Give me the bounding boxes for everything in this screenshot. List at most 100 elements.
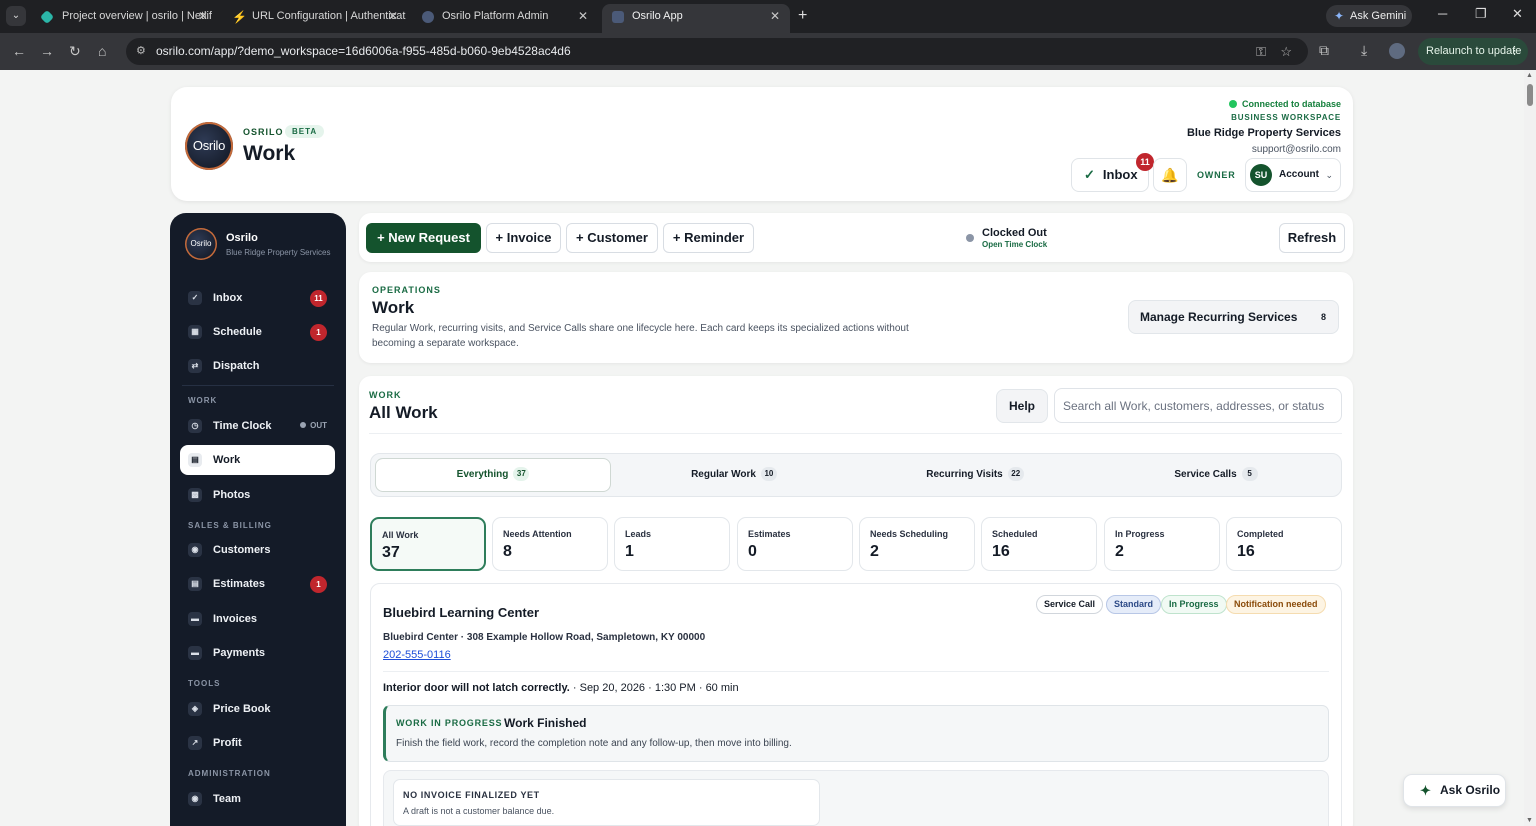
extensions-icon[interactable]: ⧉: [1319, 42, 1329, 59]
scroll-down-icon[interactable]: ▼: [1526, 817, 1533, 824]
sidebar-item-customers[interactable]: ◉ Customers: [180, 535, 335, 565]
sidebar-item-label: Estimates: [213, 578, 265, 590]
manage-recurring-services-button[interactable]: Manage Recurring Services 8: [1128, 300, 1339, 334]
browser-tab-app[interactable]: Osrilo App ✕: [602, 4, 790, 33]
stat-card-in-progress[interactable]: In Progress 2: [1104, 517, 1220, 571]
bookmark-star-icon[interactable]: ☆: [1280, 38, 1292, 65]
sidebar-item-schedule[interactable]: ▦ Schedule 1: [180, 317, 335, 347]
clock-status-text: OUT: [310, 421, 327, 430]
tab-regular-work[interactable]: Regular Work 10: [616, 458, 852, 492]
sidebar-item-work[interactable]: ▤ Work: [180, 445, 335, 475]
minimize-icon[interactable]: ─: [1438, 6, 1447, 21]
status-dot-icon: [300, 422, 307, 428]
forward-icon[interactable]: →: [40, 42, 54, 60]
profit-trend-icon: ↗: [188, 736, 202, 750]
browser-tab-admin[interactable]: Osrilo Platform Admin ✕: [412, 4, 598, 29]
new-tab-icon[interactable]: +: [798, 6, 807, 26]
sidebar-item-label: Time Clock: [213, 420, 272, 432]
tab-recurring-visits[interactable]: Recurring Visits 22: [857, 458, 1093, 492]
sidebar-item-estimates[interactable]: ▤ Estimates 1: [180, 569, 335, 599]
ask-osrilo-button[interactable]: ✦ Ask Osrilo: [1403, 774, 1506, 807]
stat-card-leads[interactable]: Leads 1: [614, 517, 730, 571]
invoice-status-title: NO INVOICE FINALIZED YET: [403, 790, 540, 800]
new-request-button[interactable]: + New Request: [366, 223, 481, 253]
stat-card-estimates[interactable]: Estimates 0: [737, 517, 853, 571]
sidebar-item-photos[interactable]: ▩ Photos: [180, 480, 335, 510]
scroll-up-icon[interactable]: ▲: [1526, 72, 1533, 79]
reload-icon[interactable]: ↻: [69, 42, 81, 60]
password-key-icon[interactable]: ⚿: [1256, 38, 1266, 65]
notifications-bell-icon[interactable]: 🔔: [1153, 158, 1187, 192]
work-icon: ▤: [188, 453, 202, 467]
inbox-count-badge: 11: [310, 290, 327, 307]
sidebar-item-profit[interactable]: ↗ Profit: [180, 728, 335, 758]
issue-summary: Interior door will not latch correctly.: [383, 682, 570, 694]
stat-card-needs-attention[interactable]: Needs Attention 8: [492, 517, 608, 571]
stat-card-scheduled[interactable]: Scheduled 16: [981, 517, 1097, 571]
help-button[interactable]: Help: [996, 389, 1048, 423]
status-badge: In Progress: [1161, 595, 1227, 614]
close-icon[interactable]: ✕: [388, 4, 398, 29]
work-item-issue: Interior door will not latch correctly. …: [383, 682, 739, 694]
profile-avatar-icon[interactable]: [1389, 43, 1405, 59]
sidebar-item-label: Dispatch: [213, 360, 260, 372]
role-label: OWNER: [1197, 170, 1236, 180]
stat-value: 0: [748, 543, 757, 560]
check-icon: ✓: [1084, 167, 1095, 182]
work-item-phone-link[interactable]: 202-555-0116: [383, 649, 451, 661]
sidebar-item-dispatch[interactable]: ⇄ Dispatch: [180, 351, 335, 381]
work-search-input[interactable]: [1054, 388, 1342, 423]
operations-description: Regular Work, recurring visits, and Serv…: [372, 323, 909, 349]
tab-label: Everything: [456, 469, 509, 480]
page-scrollbar[interactable]: ▲ ▼: [1524, 70, 1536, 826]
sidebar-item-inbox[interactable]: ✓ Inbox 11: [180, 283, 335, 313]
tab-everything[interactable]: Everything 37: [375, 458, 611, 492]
sidebar-item-invoices[interactable]: ▬ Invoices: [180, 604, 335, 634]
stat-card-all-work[interactable]: All Work 37: [370, 517, 486, 571]
stat-card-completed[interactable]: Completed 16: [1226, 517, 1342, 571]
new-customer-button[interactable]: + Customer: [566, 223, 658, 253]
beta-badge: BETA: [285, 125, 325, 138]
relaunch-button[interactable]: Relaunch to update ⋮: [1418, 38, 1528, 65]
browser-tab-netlify[interactable]: Project overview | osrilo | Netlif ✕: [32, 4, 218, 29]
sidebar-item-team[interactable]: ◉ Team: [180, 784, 335, 814]
site-settings-icon[interactable]: ⚙: [136, 38, 146, 65]
close-icon[interactable]: ✕: [578, 4, 588, 29]
check-icon: ✓: [188, 291, 202, 305]
osrilo-favicon-icon: [612, 11, 624, 23]
window-close-icon[interactable]: ✕: [1512, 6, 1523, 22]
sidebar-item-time-clock[interactable]: ◷ Time Clock OUT: [180, 411, 335, 441]
work-item-title[interactable]: Bluebird Learning Center: [383, 605, 539, 620]
tab-service-calls[interactable]: Service Calls 5: [1098, 458, 1334, 492]
more-menu-icon[interactable]: ⋮: [1509, 38, 1520, 65]
sidebar-item-payments[interactable]: ▬ Payments: [180, 638, 335, 668]
tab-count: 22: [1007, 467, 1024, 481]
close-icon[interactable]: ✕: [770, 4, 780, 29]
refresh-button[interactable]: Refresh: [1279, 223, 1345, 253]
back-icon[interactable]: ←: [12, 42, 26, 60]
stat-label: In Progress: [1115, 529, 1165, 539]
new-reminder-button[interactable]: + Reminder: [663, 223, 754, 253]
ask-gemini-button[interactable]: ✦ Ask Gemini: [1326, 5, 1412, 27]
stat-card-needs-scheduling[interactable]: Needs Scheduling 2: [859, 517, 975, 571]
quick-actions-bar: + New Request + Invoice + Customer + Rem…: [359, 213, 1353, 262]
tab-count: 5: [1241, 467, 1258, 481]
sidebar-item-label: Payments: [213, 647, 265, 659]
browser-tab-supabase[interactable]: ⚡ URL Configuration | Authenticat ✕: [222, 4, 408, 29]
account-menu-button[interactable]: SU Account ⌄: [1245, 158, 1341, 192]
dispatch-icon: ⇄: [188, 359, 202, 373]
download-icon[interactable]: ⤓: [1361, 42, 1367, 59]
scrollbar-thumb[interactable]: [1527, 84, 1533, 106]
notification-needed-badge: Notification needed: [1226, 595, 1326, 614]
close-icon[interactable]: ✕: [198, 4, 208, 29]
restore-icon[interactable]: ❐: [1475, 6, 1487, 22]
work-progress-description: Finish the field work, record the comple…: [396, 738, 792, 749]
work-item-card[interactable]: Bluebird Learning Center Service Call St…: [370, 583, 1342, 826]
home-icon[interactable]: ⌂: [98, 42, 106, 60]
open-time-clock-link[interactable]: Open Time Clock: [982, 240, 1047, 249]
address-bar[interactable]: ⚙ osrilo.com/app/?demo_workspace=16d6006…: [126, 38, 1308, 65]
tab-search-menu-icon[interactable]: ⌄: [6, 6, 26, 26]
new-invoice-button[interactable]: + Invoice: [486, 223, 561, 253]
sidebar-item-price-book[interactable]: ◈ Price Book: [180, 694, 335, 724]
schedule-count-badge: 1: [310, 324, 327, 341]
